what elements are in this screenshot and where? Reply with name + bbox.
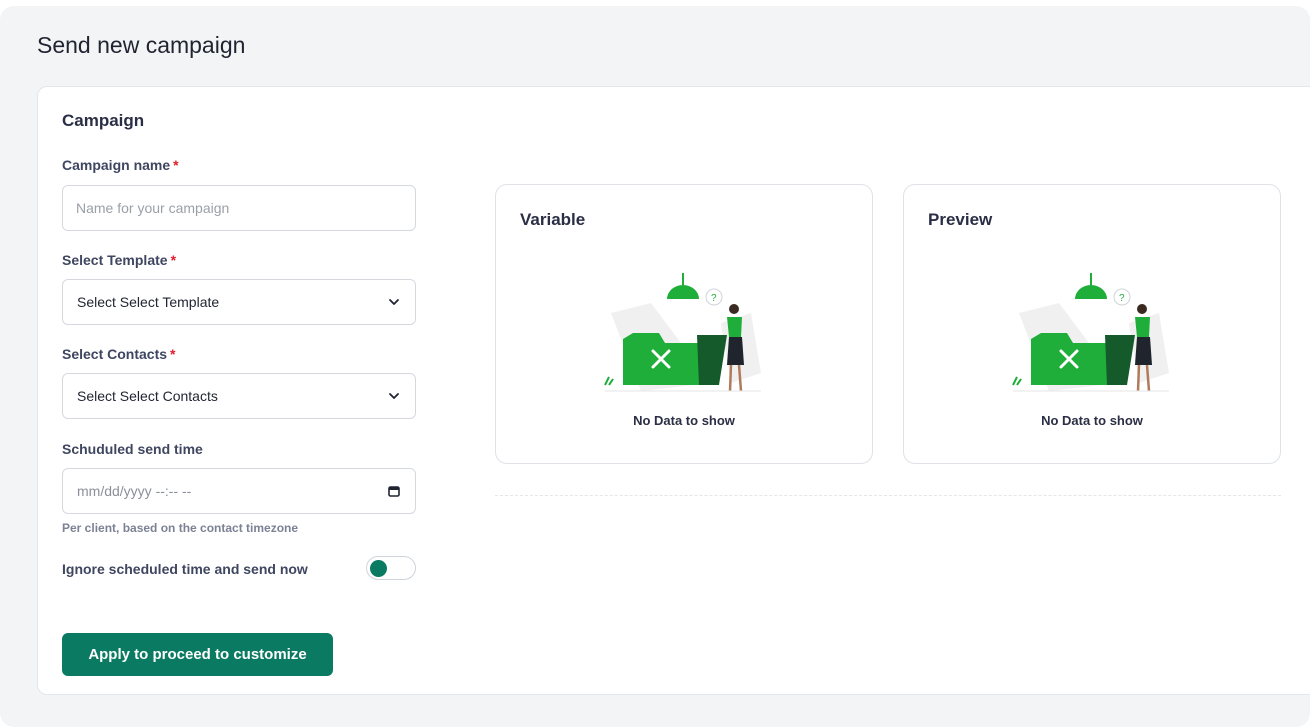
empty-folder-illustration: ? bbox=[604, 273, 761, 392]
contacts-select-value: Select Select Contacts bbox=[77, 388, 218, 404]
page: Send new campaign Campaign Campaign name… bbox=[0, 6, 1310, 727]
chevron-down-icon bbox=[389, 393, 399, 399]
contacts-label-text: Select Contacts bbox=[62, 346, 168, 362]
schedule-datetime-input[interactable]: mm/dd/yyyy --:-- -- bbox=[62, 468, 416, 514]
empty-folder-illustration: ? bbox=[1012, 273, 1169, 392]
ignore-schedule-toggle[interactable] bbox=[366, 556, 416, 580]
divider bbox=[495, 495, 1281, 496]
preview-panel: Preview ? No Data to show bbox=[903, 184, 1281, 464]
campaign-card: Campaign Campaign name * Name for your ca… bbox=[37, 86, 1310, 695]
required-mark: * bbox=[173, 157, 179, 173]
campaign-name-label-text: Campaign name bbox=[62, 157, 171, 173]
page-title: Send new campaign bbox=[37, 32, 246, 58]
required-mark: * bbox=[170, 252, 177, 268]
campaign-name-label: Campaign name * bbox=[62, 157, 179, 173]
apply-customize-button[interactable]: Apply to proceed to customize bbox=[62, 633, 333, 676]
template-label: Select Template * bbox=[62, 252, 176, 268]
chevron-down-icon bbox=[389, 299, 399, 305]
template-select[interactable]: Select Select Template bbox=[62, 279, 416, 325]
svg-text:?: ? bbox=[1119, 293, 1125, 304]
calendar-icon[interactable] bbox=[387, 484, 401, 498]
preview-empty-text: No Data to show bbox=[1041, 413, 1143, 428]
schedule-placeholder: mm/dd/yyyy --:-- -- bbox=[77, 483, 192, 499]
svg-text:?: ? bbox=[711, 293, 717, 304]
ignore-schedule-label: Ignore scheduled time and send now bbox=[62, 561, 308, 577]
schedule-label: Schuduled send time bbox=[62, 441, 203, 457]
preview-panel-title: Preview bbox=[928, 210, 993, 229]
campaign-name-placeholder: Name for your campaign bbox=[76, 200, 230, 216]
campaign-name-input[interactable]: Name for your campaign bbox=[62, 185, 416, 231]
toggle-knob bbox=[370, 560, 387, 577]
required-mark: * bbox=[170, 346, 176, 362]
ignore-schedule-row: Ignore scheduled time and send now bbox=[62, 554, 416, 584]
variable-panel: Variable ? No Data to show bbox=[495, 184, 873, 464]
variable-panel-title: Variable bbox=[520, 210, 586, 229]
contacts-label: Select Contacts * bbox=[62, 346, 176, 362]
variable-empty-text: No Data to show bbox=[633, 413, 735, 428]
template-label-text: Select Template bbox=[62, 252, 168, 268]
template-select-value: Select Select Template bbox=[77, 294, 220, 310]
section-title: Campaign bbox=[62, 111, 145, 130]
contacts-select[interactable]: Select Select Contacts bbox=[62, 373, 416, 419]
schedule-hint: Per client, based on the contact timezon… bbox=[62, 521, 299, 535]
